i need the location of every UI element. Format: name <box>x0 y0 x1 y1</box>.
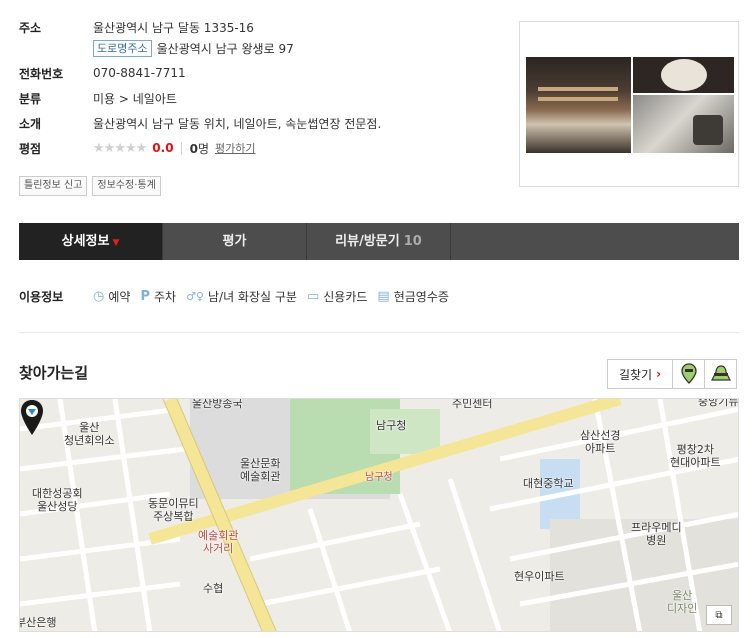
review-count: 10 <box>403 234 422 249</box>
map-label-broadcast: 울산방송국 <box>192 398 243 410</box>
location-map[interactable]: 울산방송국 울산 청년회의소 대한성공회 울산성당 울산문화 예술회관 동문이뮤… <box>19 398 739 632</box>
tab-rating[interactable]: 평가 <box>163 223 307 260</box>
map-label-hyunwoo: 현우이파트 <box>514 570 565 583</box>
map-label-daehyeon: 대현중학교 <box>523 477 574 490</box>
map-label-youth-center: 울산 청년회의소 <box>64 421 115 447</box>
usage-label: 이용정보 <box>19 289 64 304</box>
expand-icon: ⧉ <box>715 609 723 621</box>
location-pin-icon[interactable] <box>20 399 44 437</box>
map-pin-icon <box>680 363 697 384</box>
road-address-row: 도로명주소 울산광역시 남구 왕생로 97 <box>19 39 499 57</box>
detail-tabs: 상세정보 ▼ 평가 리뷰/방문기 10 <box>19 223 739 260</box>
rate-link[interactable]: 평가하기 <box>215 140 255 156</box>
star-rating-icon: ★★★★★ <box>93 140 147 156</box>
store-photo-interior[interactable] <box>526 57 631 153</box>
chevron-right-icon: › <box>656 367 662 381</box>
map-pin-button[interactable] <box>672 359 705 389</box>
map-label-pyeongchang: 평창2차 현대아파트 <box>670 443 721 469</box>
rating-count: 0명 <box>189 141 209 156</box>
photo-gallery[interactable] <box>519 21 739 187</box>
restroom-icon: ♂♀ <box>186 289 204 303</box>
map-label-arts-center: 울산문화 예술회관 <box>240 457 281 483</box>
map-label-community: 동문이뮤티 주상복합 <box>148 497 199 523</box>
directions-title: 찾아가는길 <box>19 364 89 382</box>
map-label-hospital: 프라우메디 병원 <box>631 521 682 547</box>
phone-label: 전화번호 <box>19 66 64 81</box>
usage-item-restroom: ♂♀ 남/녀 화장실 구분 <box>186 289 297 304</box>
usage-info: 이용정보 ◷ 예약 P 주차 ♂♀ 남/녀 화장실 구분 ▭ 신용카드 ▤ 현금영수증 <box>19 286 459 306</box>
store-photo-sign[interactable] <box>633 57 734 93</box>
map-label-design: 울산 디자인 <box>667 589 698 615</box>
clock-icon: ◷ <box>93 288 105 304</box>
intro-label: 소개 <box>19 116 42 131</box>
info-actions: 틀린정보 신고 정보수정·통계 <box>19 176 161 196</box>
intro-row: 소개 울산광역시 남구 달동 위치, 네일아트, 속눈썹연장 전문점. <box>19 114 499 132</box>
roadview-icon <box>710 365 731 381</box>
divider: | <box>179 141 184 155</box>
map-label-bank: 부산은행 <box>19 616 57 629</box>
caret-down-icon: ▼ <box>112 238 120 248</box>
rating-label: 평점 <box>19 141 42 156</box>
edit-info-button[interactable]: 정보수정·통계 <box>92 176 161 196</box>
phone-value[interactable]: 070-8841-7711 <box>93 66 186 80</box>
tab-details[interactable]: 상세정보 ▼ <box>19 223 163 260</box>
rating-row: 평점 ★★★★★ 0.0 | 0명 평가하기 <box>19 139 499 157</box>
store-info: 주소 울산광역시 남구 달동 1335-16 도로명주소 울산광역시 남구 왕생… <box>19 18 499 164</box>
map-label-catholic: 대한성공회 울산성당 <box>32 487 83 513</box>
road-address-tag: 도로명주소 <box>93 39 152 57</box>
address-label: 주소 <box>19 20 42 35</box>
road-address-value: 울산광역시 남구 왕생로 97 <box>156 41 294 56</box>
tab-reviews[interactable]: 리뷰/방문기 10 <box>307 223 451 260</box>
usage-item-parking: P 주차 <box>140 288 177 304</box>
map-label-district-small: 남구청 <box>365 472 393 483</box>
usage-item-reservation: ◷ 예약 <box>93 288 131 304</box>
map-label-samsan: 삼산선경 아파트 <box>580 429 621 455</box>
map-label-arts-junction: 예술회관 사거리 <box>198 529 239 555</box>
address-value: 울산광역시 남구 달동 1335-16 <box>93 20 254 35</box>
roadview-button[interactable] <box>704 359 737 389</box>
map-label-center: 주민센터 <box>452 398 493 410</box>
category-label: 분류 <box>19 91 42 106</box>
map-label-corner: 중앙기뉴 <box>698 398 739 408</box>
intro-value: 울산광역시 남구 달동 위치, 네일아트, 속눈썹연장 전문점. <box>93 116 382 131</box>
find-route-button[interactable]: 길찾기 › <box>607 359 673 389</box>
credit-card-icon: ▭ <box>306 288 320 304</box>
usage-item-receipt: ▤ 현금영수증 <box>377 288 449 304</box>
category-row: 분류 미용 > 네일아트 <box>19 89 499 107</box>
section-divider <box>19 332 739 333</box>
category-value: 미용 > 네일아트 <box>93 91 177 106</box>
expand-map-button[interactable]: ⧉ <box>706 605 732 625</box>
parking-icon: P <box>140 288 150 304</box>
rating-score: 0.0 <box>152 141 174 155</box>
report-error-button[interactable]: 틀린정보 신고 <box>19 176 88 196</box>
receipt-icon: ▤ <box>377 288 390 304</box>
directions-buttons: 길찾기 › <box>607 359 737 389</box>
store-photo-chair[interactable] <box>633 95 734 153</box>
address-row: 주소 울산광역시 남구 달동 1335-16 <box>19 18 499 36</box>
usage-item-card: ▭ 신용카드 <box>306 288 368 304</box>
phone-row: 전화번호 070-8841-7711 <box>19 64 499 82</box>
map-label-district-office: 남구청 <box>376 419 407 432</box>
map-label-suhyeop: 수협 <box>203 582 224 595</box>
map-canvas <box>20 399 738 631</box>
